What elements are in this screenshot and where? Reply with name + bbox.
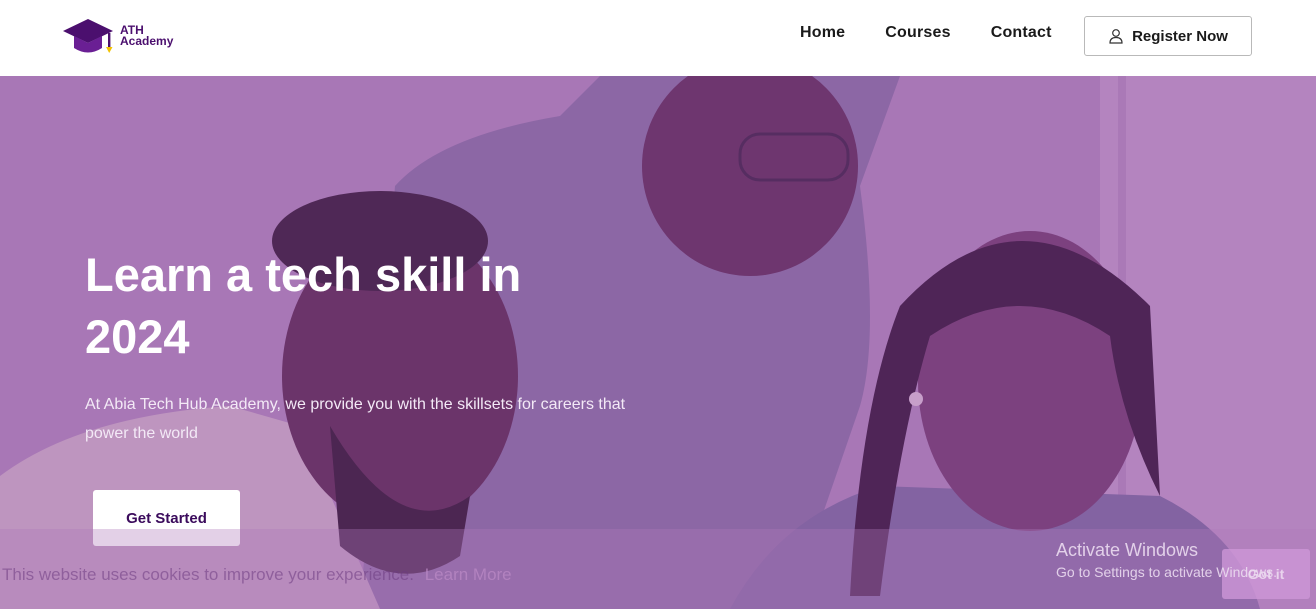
- windows-activation-subtitle: Go to Settings to activate Windows.: [1056, 564, 1277, 580]
- hero-title: Learn a tech skill in 2024: [85, 248, 522, 363]
- cookie-text: This website uses cookies to improve you…: [2, 565, 414, 584]
- brand-logo[interactable]: ATH Academy: [62, 15, 173, 57]
- cookie-message: This website uses cookies to improve you…: [2, 565, 512, 585]
- brand-line-2: Academy: [120, 34, 174, 48]
- register-now-button[interactable]: Register Now: [1084, 16, 1252, 56]
- hero-description: At Abia Tech Hub Academy, we provide you…: [85, 396, 626, 442]
- nav-link-courses[interactable]: Courses: [885, 24, 950, 42]
- hero-section: Learn a tech skill in 2024 At Abia Tech …: [0, 76, 1316, 609]
- user-icon: [1109, 29, 1123, 44]
- top-navbar: ATH Academy Home Courses Contact Registe…: [0, 0, 1316, 76]
- nav-link-contact[interactable]: Contact: [991, 24, 1052, 42]
- register-now-label: Register Now: [1132, 27, 1228, 45]
- get-started-label: Get Started: [126, 509, 207, 527]
- nav-link-home[interactable]: Home: [800, 24, 845, 42]
- windows-activation-title: Activate Windows: [1056, 540, 1199, 560]
- brand-name: ATH Academy: [120, 24, 174, 48]
- windows-activation-watermark: Activate Windows Go to Settings to activ…: [1056, 539, 1277, 583]
- cookie-learn-more-link[interactable]: Learn More: [425, 565, 512, 584]
- main-nav: Home Courses Contact: [800, 24, 1052, 42]
- graduation-cap-icon: [63, 19, 113, 53]
